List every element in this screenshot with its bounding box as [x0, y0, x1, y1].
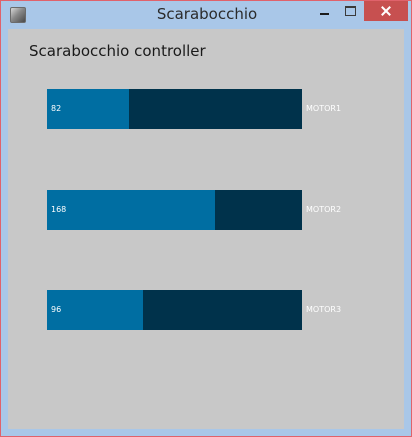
motor1-slider[interactable]: 82 MOTOR1 — [47, 89, 341, 129]
motor3-slider-fill — [47, 290, 143, 330]
motor3-label: MOTOR3 — [306, 305, 342, 314]
maximize-button[interactable] — [341, 1, 361, 21]
app-window: Scarabocchio Scarabocchio controller 82 … — [0, 0, 412, 437]
motor1-label: MOTOR1 — [306, 104, 342, 113]
motor3-slider[interactable]: 96 MOTOR3 — [47, 290, 341, 330]
minimize-button[interactable] — [315, 1, 335, 21]
controller-heading: Scarabocchio controller — [29, 42, 206, 60]
motor2-slider[interactable]: 168 MOTOR2 — [47, 190, 341, 230]
motor2-value: 168 — [51, 205, 67, 214]
title-bar[interactable]: Scarabocchio — [1, 1, 411, 29]
motor1-value: 82 — [51, 104, 62, 113]
motor3-value: 96 — [51, 305, 62, 314]
controller-panel: Scarabocchio controller 82 MOTOR1 168 MO… — [8, 29, 404, 429]
motor2-label: MOTOR2 — [306, 205, 342, 214]
close-button[interactable] — [364, 1, 408, 21]
motor2-slider-fill — [47, 190, 215, 230]
